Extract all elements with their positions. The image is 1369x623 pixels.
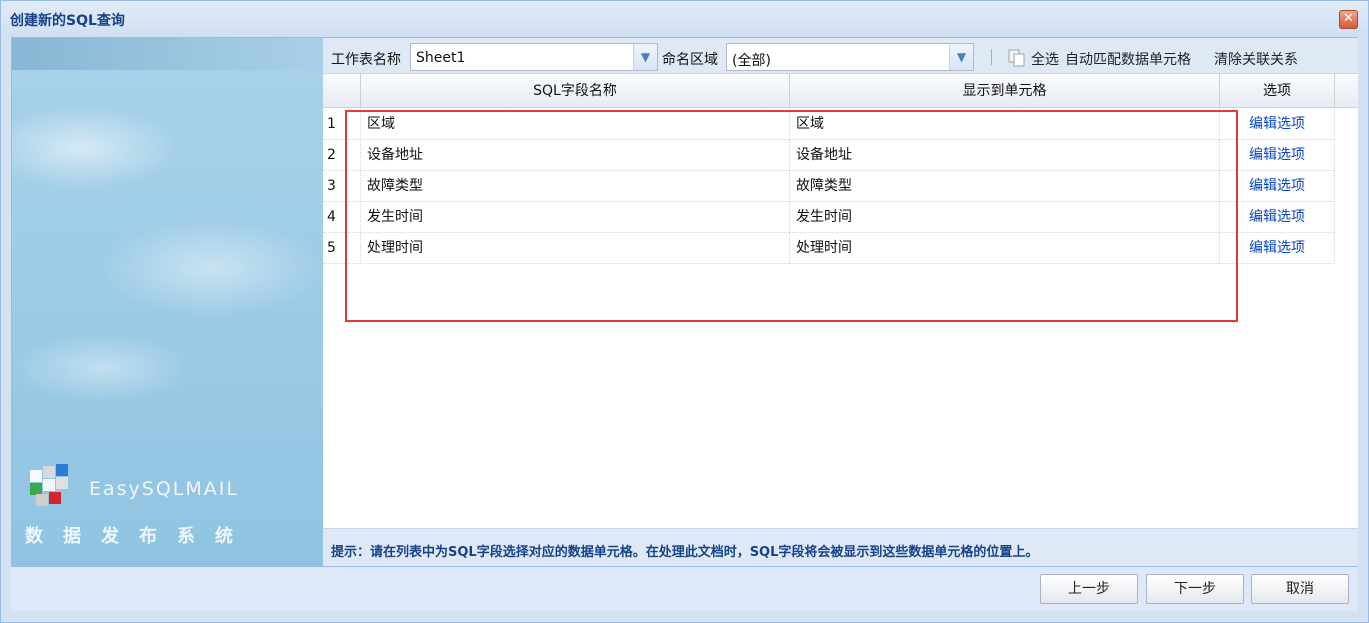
sidebar-top-band bbox=[12, 38, 323, 70]
prev-button[interactable]: 上一步 bbox=[1040, 574, 1138, 604]
brand-subtitle: 数据发布系统 bbox=[25, 526, 253, 547]
auto-match-button[interactable]: 自动匹配数据单元格 bbox=[1065, 49, 1191, 69]
hint-bar: 提示：请在列表中为SQL字段选择对应的数据单元格。在处理此文档时，SQL字段将会… bbox=[323, 528, 1358, 566]
target-cell[interactable]: 设备地址 bbox=[790, 140, 1220, 171]
brand-name: EasySQLMAIL bbox=[89, 478, 239, 500]
sql-query-dialog: 创建新的SQL查询 ✕ EasySQLMAIL 数据发布系统 工作表名称 She… bbox=[0, 0, 1369, 623]
row-number-header bbox=[323, 74, 361, 108]
cancel-button[interactable]: 取消 bbox=[1251, 574, 1349, 604]
range-select[interactable]: (全部) ▼ bbox=[726, 43, 974, 71]
table-row[interactable]: 2 设备地址 设备地址 编辑选项 bbox=[323, 140, 1335, 171]
field-column-header[interactable]: SQL字段名称 bbox=[361, 74, 790, 108]
sql-field-cell[interactable]: 故障类型 bbox=[361, 171, 790, 202]
title-bar[interactable]: 创建新的SQL查询 ✕ bbox=[1, 1, 1368, 37]
sidebar-banner: EasySQLMAIL 数据发布系统 bbox=[12, 38, 323, 566]
hint-text: 提示：请在列表中为SQL字段选择对应的数据单元格。在处理此文档时，SQL字段将会… bbox=[331, 545, 1039, 560]
options-column-header[interactable]: 选项 bbox=[1220, 74, 1335, 108]
edit-options-link[interactable]: 编辑选项 bbox=[1220, 140, 1335, 171]
select-all-button[interactable]: 全选 bbox=[1031, 49, 1059, 69]
toolbar-separator bbox=[991, 49, 992, 65]
range-select-value: (全部) bbox=[732, 53, 771, 69]
sheet-select[interactable]: Sheet1 ▼ bbox=[410, 43, 658, 71]
sheet-label: 工作表名称 bbox=[331, 52, 401, 68]
sql-field-cell[interactable]: 区域 bbox=[361, 109, 790, 140]
table-row[interactable]: 3 故障类型 故障类型 编辑选项 bbox=[323, 171, 1335, 202]
row-number: 4 bbox=[323, 202, 361, 233]
table-row[interactable]: 5 处理时间 处理时间 编辑选项 bbox=[323, 233, 1335, 264]
sql-field-cell[interactable]: 设备地址 bbox=[361, 140, 790, 171]
edit-options-link[interactable]: 编辑选项 bbox=[1220, 233, 1335, 264]
edit-options-link[interactable]: 编辑选项 bbox=[1220, 109, 1335, 140]
row-number: 1 bbox=[323, 109, 361, 140]
dialog-body: EasySQLMAIL 数据发布系统 工作表名称 Sheet1 ▼ 命名区域 (… bbox=[11, 37, 1358, 567]
table-row[interactable]: 1 区域 区域 编辑选项 bbox=[323, 109, 1335, 140]
field-mapping-grid: SQL字段名称 显示到单元格 选项 1 区域 区域 编辑选项 2 设备地址 设备… bbox=[323, 74, 1358, 528]
chevron-down-icon[interactable]: ▼ bbox=[949, 44, 973, 70]
main-panel: 工作表名称 Sheet1 ▼ 命名区域 (全部) ▼ 全选 自动匹配数据单元格 … bbox=[323, 38, 1358, 566]
target-cell[interactable]: 处理时间 bbox=[790, 233, 1220, 264]
row-number: 5 bbox=[323, 233, 361, 264]
clear-links-button[interactable]: 清除关联关系 bbox=[1214, 49, 1298, 69]
target-cell[interactable]: 故障类型 bbox=[790, 171, 1220, 202]
dialog-footer: 上一步 下一步 取消 bbox=[11, 567, 1358, 611]
chevron-down-icon[interactable]: ▼ bbox=[633, 44, 657, 70]
target-cell[interactable]: 发生时间 bbox=[790, 202, 1220, 233]
sql-field-cell[interactable]: 发生时间 bbox=[361, 202, 790, 233]
cell-column-header[interactable]: 显示到单元格 bbox=[790, 74, 1220, 108]
edit-options-link[interactable]: 编辑选项 bbox=[1220, 202, 1335, 233]
edit-options-link[interactable]: 编辑选项 bbox=[1220, 171, 1335, 202]
dialog-title: 创建新的SQL查询 bbox=[10, 13, 125, 29]
toolbar: 工作表名称 Sheet1 ▼ 命名区域 (全部) ▼ 全选 自动匹配数据单元格 … bbox=[323, 38, 1358, 74]
row-number: 2 bbox=[323, 140, 361, 171]
row-number: 3 bbox=[323, 171, 361, 202]
cube-logo-icon bbox=[30, 464, 68, 506]
sql-field-cell[interactable]: 处理时间 bbox=[361, 233, 790, 264]
close-icon[interactable]: ✕ bbox=[1339, 10, 1358, 29]
next-button[interactable]: 下一步 bbox=[1146, 574, 1244, 604]
grid-header: SQL字段名称 显示到单元格 选项 bbox=[323, 74, 1358, 108]
select-all-icon[interactable] bbox=[1008, 49, 1026, 67]
target-cell[interactable]: 区域 bbox=[790, 109, 1220, 140]
table-row[interactable]: 4 发生时间 发生时间 编辑选项 bbox=[323, 202, 1335, 233]
sheet-select-value: Sheet1 bbox=[416, 50, 466, 66]
range-label: 命名区域 bbox=[662, 52, 718, 68]
